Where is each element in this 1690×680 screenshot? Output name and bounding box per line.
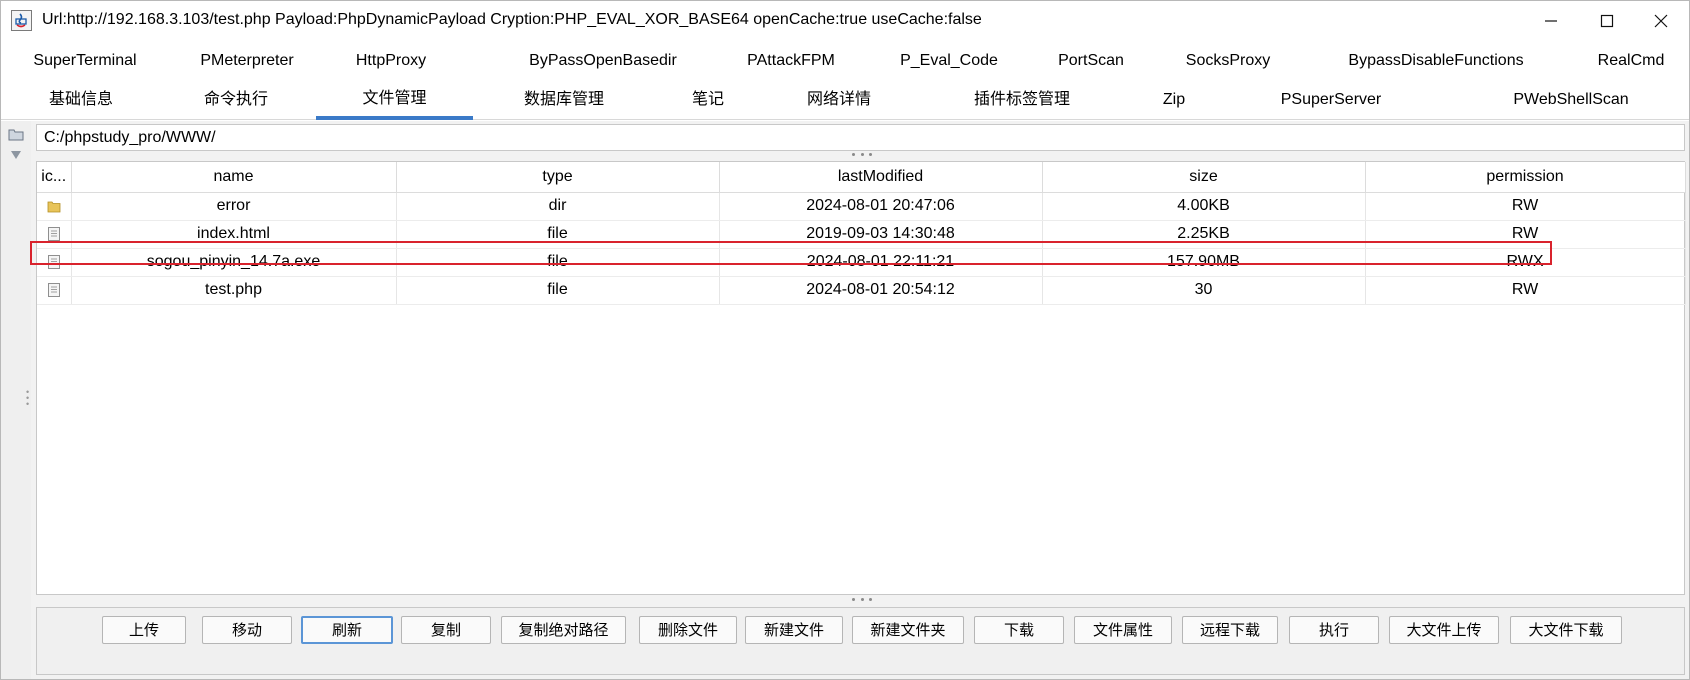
left-tool-strip: • • • [1,121,31,679]
copy-absolute-path-button[interactable]: 复制绝对路径 [501,616,626,644]
remote-download-button[interactable]: 远程下载 [1182,616,1278,644]
tab-p-eval-code[interactable]: P_Eval_Code [897,41,1001,81]
tab-database-manager[interactable]: 数据库管理 [516,80,612,120]
execute-button[interactable]: 执行 [1289,616,1379,644]
large-file-upload-button[interactable]: 大文件上传 [1389,616,1499,644]
tab-psuperserver[interactable]: PSuperServer [1276,80,1386,120]
file-action-toolbar: 上传 移动 刷新 复制 复制绝对路径 删除文件 新建文件 新建文件夹 下载 文件… [36,607,1685,675]
tab-httpproxy[interactable]: HttpProxy [341,41,441,81]
table-row[interactable]: test.php file 2024-08-01 20:54:12 30 RW [37,276,1686,305]
file-icon [47,283,60,297]
tab-zip[interactable]: Zip [1156,80,1192,120]
delete-file-button[interactable]: 删除文件 [639,616,737,644]
tab-pattackfpm[interactable]: PAttackFPM [741,41,841,81]
row-icon-cell [37,248,72,277]
path-split-handle[interactable] [852,153,872,159]
tab-pwebshellscan[interactable]: PWebShellScan [1506,80,1636,120]
chevron-down-icon[interactable] [10,150,22,160]
file-properties-button[interactable]: 文件属性 [1074,616,1172,644]
file-icon [47,255,60,269]
main-tab-row: 基础信息 命令执行 文件管理 数据库管理 笔记 网络详情 插件标签管理 Zip … [1,80,1689,120]
new-folder-button[interactable]: 新建文件夹 [852,616,964,644]
row-icon-cell [37,220,72,249]
file-name: sogou_pinyin_14.7a.exe [71,248,397,277]
file-permission: RW [1365,276,1686,305]
table-row[interactable]: sogou_pinyin_14.7a.exe file 2024-08-01 2… [37,248,1686,277]
folder-icon [47,201,61,213]
file-type: file [396,248,720,277]
plugin-tab-row: SuperTerminal PMeterpreter HttpProxy ByP… [1,41,1689,81]
file-name: index.html [71,220,397,249]
file-size: 30 [1042,276,1366,305]
title-bar: Url:http://192.168.3.103/test.php Payloa… [1,1,1689,41]
large-file-download-button[interactable]: 大文件下载 [1510,616,1622,644]
file-permission: RWX [1365,248,1686,277]
column-header-lastmodified[interactable]: lastModified [719,162,1043,193]
row-icon-cell [37,192,72,221]
move-button[interactable]: 移动 [202,616,292,644]
maximize-button[interactable] [1584,5,1630,37]
copy-button[interactable]: 复制 [401,616,491,644]
file-icon [47,227,60,241]
file-name: test.php [71,276,397,305]
table-split-handle[interactable] [852,598,872,604]
java-app-icon [11,10,32,31]
vertical-split-handle[interactable]: • • • [26,388,29,409]
tab-superterminal[interactable]: SuperTerminal [15,41,155,81]
window-title: Url:http://192.168.3.103/test.php Payloa… [42,11,982,28]
tab-basic-info[interactable]: 基础信息 [41,80,121,120]
file-modified: 2024-08-01 20:54:12 [719,276,1043,305]
file-manager-panel: • • • C:/phpstudy_pro/WWW/ ic... name type… [1,121,1689,679]
file-table: ic... name type lastModified size permis… [36,161,1686,595]
app-window: Url:http://192.168.3.103/test.php Payloa… [0,0,1690,680]
folder-tree-icon[interactable] [8,127,24,141]
row-icon-cell [37,276,72,305]
file-size: 4.00KB [1042,192,1366,221]
tab-portscan[interactable]: PortScan [1051,41,1131,81]
file-name: error [71,192,397,221]
table-row[interactable]: error dir 2024-08-01 20:47:06 4.00KB RW [37,192,1686,221]
maximize-icon [1600,14,1614,28]
tab-network-details[interactable]: 网络详情 [801,80,877,120]
tab-command-exec[interactable]: 命令执行 [196,80,276,120]
tab-plugin-tag-manager[interactable]: 插件标签管理 [969,80,1075,120]
file-type: file [396,220,720,249]
refresh-button[interactable]: 刷新 [301,616,393,644]
file-size: 157.90MB [1042,248,1366,277]
column-header-permission[interactable]: permission [1365,162,1686,193]
tab-pmeterpreter[interactable]: PMeterpreter [181,41,313,81]
file-type: file [396,276,720,305]
tab-bypassopenbasedir[interactable]: ByPassOpenBasedir [523,41,683,81]
minimize-icon [1545,20,1557,22]
file-type: dir [396,192,720,221]
upload-button[interactable]: 上传 [102,616,186,644]
tab-notes[interactable]: 笔记 [686,80,730,120]
column-header-type[interactable]: type [396,162,720,193]
file-modified: 2019-09-03 14:30:48 [719,220,1043,249]
new-file-button[interactable]: 新建文件 [745,616,843,644]
file-permission: RW [1365,192,1686,221]
close-icon [1654,14,1668,28]
file-size: 2.25KB [1042,220,1366,249]
column-header-icon[interactable]: ic... [37,162,72,193]
download-button[interactable]: 下载 [974,616,1064,644]
tab-realcmd[interactable]: RealCmd [1593,41,1669,81]
column-header-name[interactable]: name [71,162,397,193]
table-row[interactable]: index.html file 2019-09-03 14:30:48 2.25… [37,220,1686,249]
file-permission: RW [1365,220,1686,249]
file-modified: 2024-08-01 20:47:06 [719,192,1043,221]
close-button[interactable] [1638,5,1684,37]
minimize-button[interactable] [1528,5,1574,37]
column-header-size[interactable]: size [1042,162,1366,193]
table-header-row: ic... name type lastModified size permis… [37,162,1686,193]
path-input[interactable]: C:/phpstudy_pro/WWW/ [36,124,1685,151]
tab-bypassdisablefunctions[interactable]: BypassDisableFunctions [1341,41,1531,81]
file-modified: 2024-08-01 22:11:21 [719,248,1043,277]
tab-socksproxy[interactable]: SocksProxy [1181,41,1275,81]
tab-file-manager[interactable]: 文件管理 [316,80,473,120]
